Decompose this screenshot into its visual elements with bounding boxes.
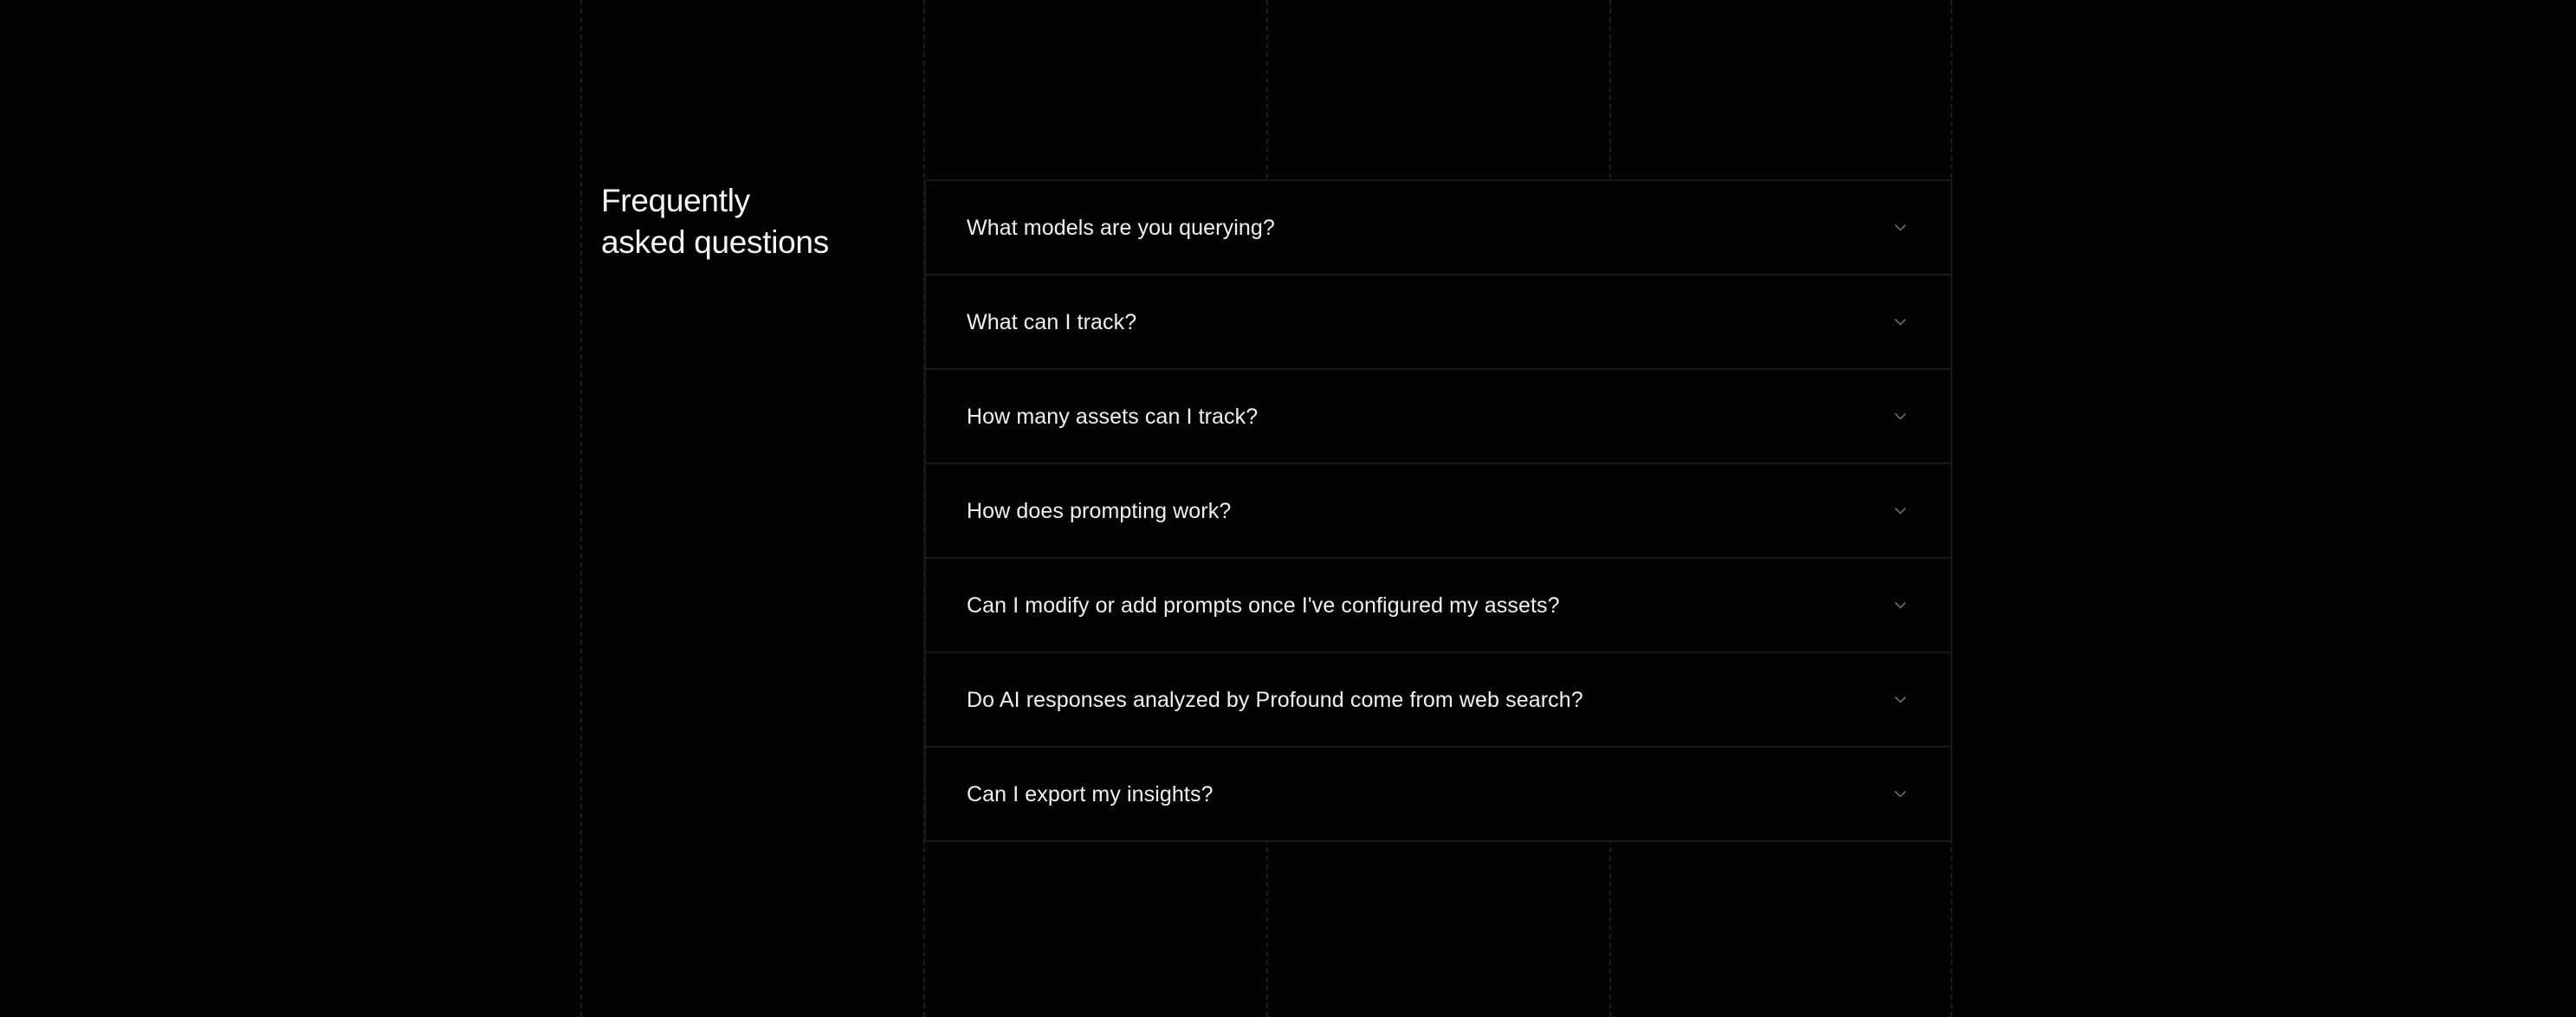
faq-question: Do AI responses analyzed by Profound com… [967, 687, 1583, 712]
chevron-down-icon [1892, 691, 1909, 709]
faq-question: What can I track? [967, 309, 1137, 334]
grid-guide [580, 0, 582, 1017]
faq-item[interactable]: Can I modify or add prompts once I've co… [926, 559, 1951, 653]
chevron-down-icon [1892, 597, 1909, 614]
faq-question: How does prompting work? [967, 498, 1232, 523]
faq-item[interactable]: How many assets can I track? [926, 370, 1951, 464]
faq-question: Can I modify or add prompts once I've co… [967, 593, 1560, 618]
faq-question: How many assets can I track? [967, 404, 1259, 429]
faq-item[interactable]: Do AI responses analyzed by Profound com… [926, 653, 1951, 748]
chevron-down-icon [1892, 502, 1909, 520]
faq-item[interactable]: How does prompting work? [926, 464, 1951, 559]
faq-heading-line2: asked questions [601, 224, 829, 260]
faq-question: What models are you querying? [967, 215, 1275, 240]
faq-item[interactable]: What can I track? [926, 275, 1951, 370]
faq-question: Can I export my insights? [967, 781, 1214, 806]
faq-accordion: What models are you querying? What can I… [924, 179, 1952, 842]
chevron-down-icon [1892, 219, 1909, 236]
faq-item[interactable]: What models are you querying? [926, 181, 1951, 275]
chevron-down-icon [1892, 786, 1909, 803]
faq-heading-line1: Frequently [601, 183, 750, 218]
faq-item[interactable]: Can I export my insights? [926, 748, 1951, 842]
faq-heading: Frequently asked questions [601, 180, 887, 263]
chevron-down-icon [1892, 408, 1909, 425]
chevron-down-icon [1892, 314, 1909, 331]
